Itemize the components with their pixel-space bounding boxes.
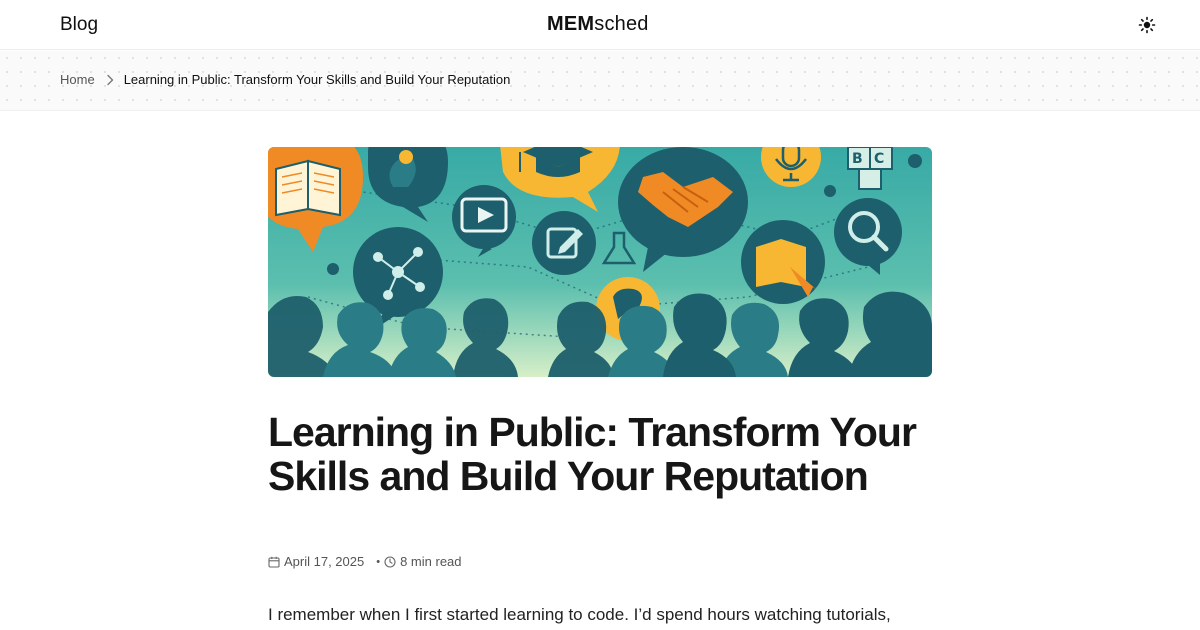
sun-icon xyxy=(1138,16,1156,34)
chevron-right-icon xyxy=(106,74,113,85)
blog-link[interactable]: Blog xyxy=(60,14,98,36)
article-lead-paragraph: I remember when I first started learning… xyxy=(268,605,891,624)
breadcrumb-home-link[interactable]: Home xyxy=(60,72,95,87)
article-meta: April 17, 2025 • 8 min read xyxy=(268,554,462,569)
edit-icon xyxy=(532,211,596,275)
site-header: Blog MEMsched xyxy=(0,0,1200,50)
svg-text:B: B xyxy=(852,151,863,167)
breadcrumb-current: Learning in Public: Transform Your Skill… xyxy=(123,72,511,87)
meta-separator: • xyxy=(376,555,381,568)
theme-toggle-button[interactable] xyxy=(1137,15,1157,35)
calendar-icon xyxy=(268,556,280,568)
site-logo[interactable]: MEMsched xyxy=(547,13,649,36)
reading-book-icon xyxy=(741,220,825,304)
breadcrumb: Home Learning in Public: Transform Your … xyxy=(60,72,510,87)
article-title: Learning in Public: Transform Your Skill… xyxy=(268,409,917,499)
svg-text:C: C xyxy=(874,151,884,167)
clock-icon xyxy=(384,555,396,568)
logo-bold-text: MEM xyxy=(547,13,595,35)
article-read-time: 8 min read xyxy=(400,554,462,569)
breadcrumb-bar: Home Learning in Public: Transform Your … xyxy=(0,51,1200,111)
article-date: April 17, 2025 xyxy=(284,554,365,569)
hero-image: B C xyxy=(268,147,932,377)
logo-light-text: sched xyxy=(594,13,649,35)
